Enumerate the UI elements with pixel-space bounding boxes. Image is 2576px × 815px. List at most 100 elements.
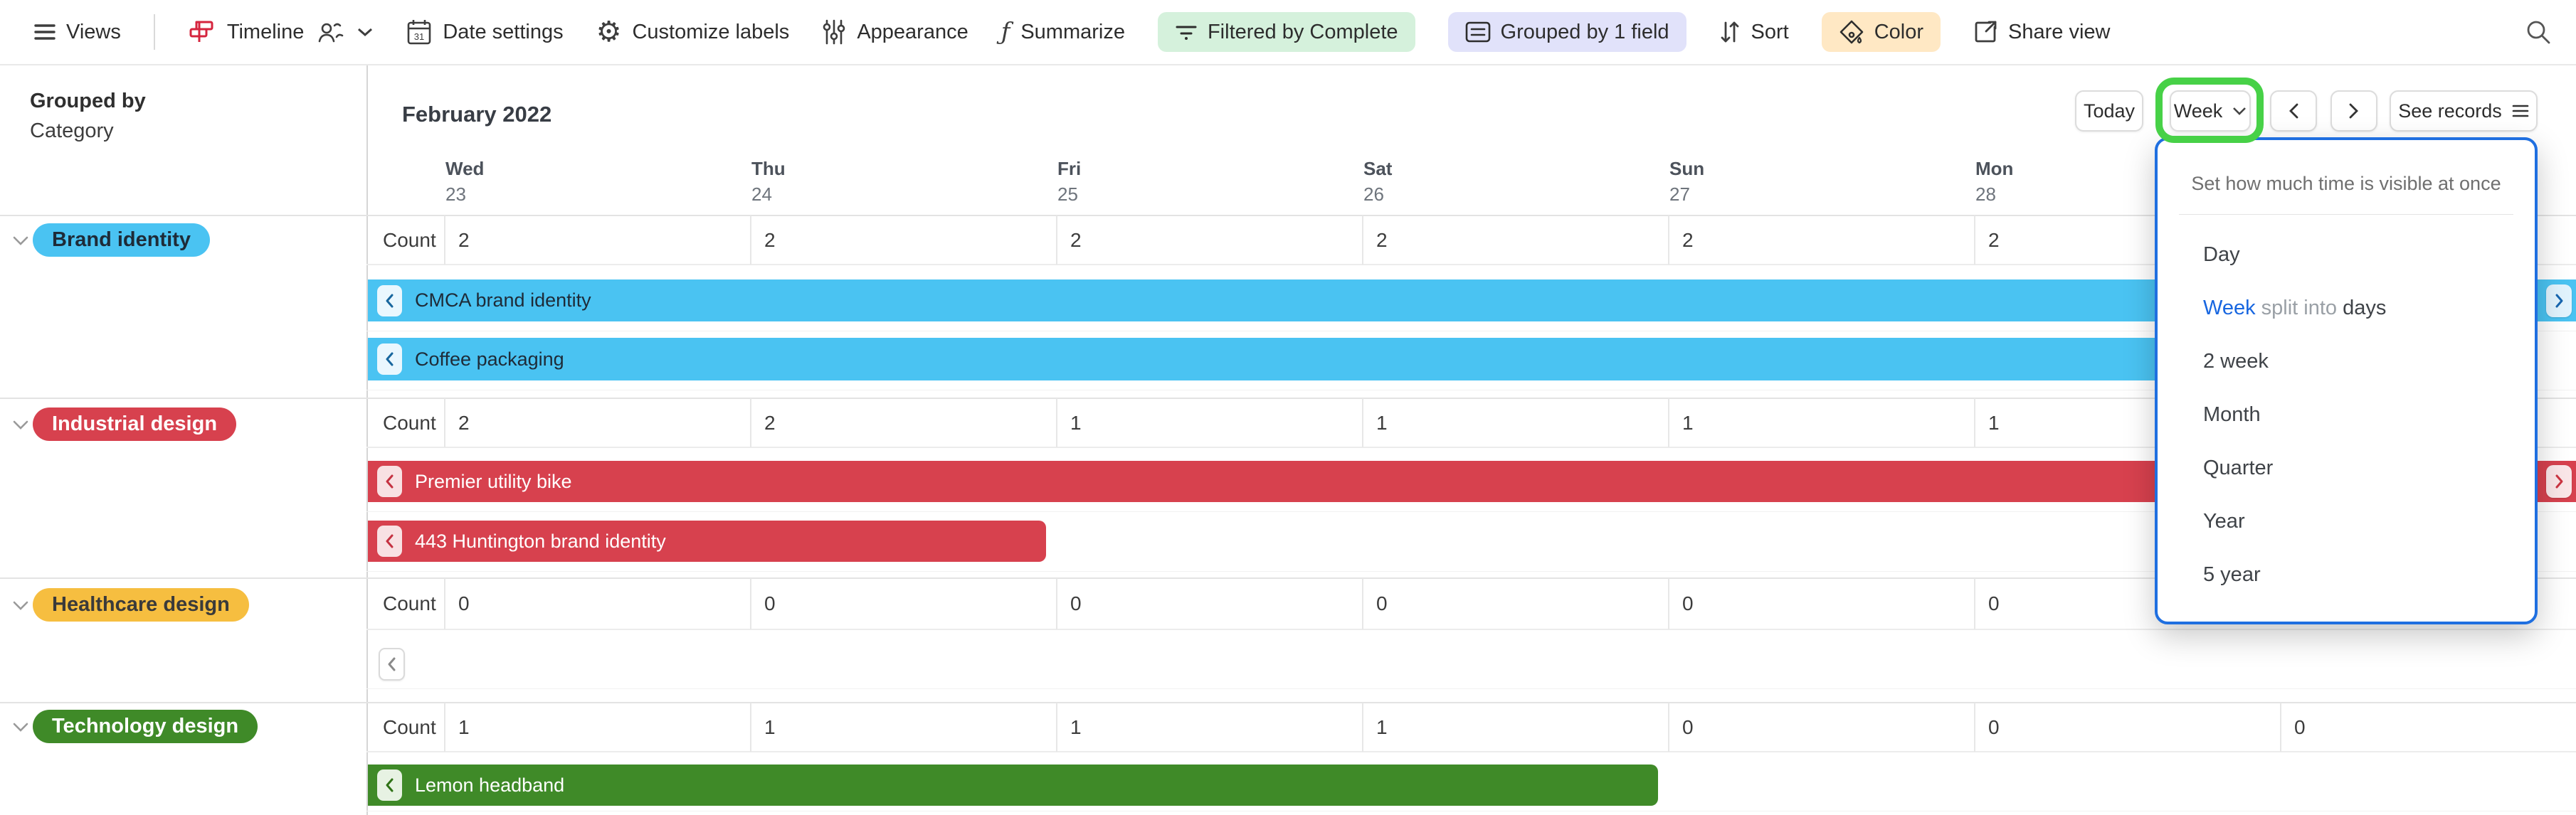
dropdown-item-text: Week	[2203, 297, 2256, 320]
dropdown-item-text: Day	[2203, 243, 2240, 267]
share-view-button[interactable]: Share view	[1973, 20, 2110, 44]
current-view-button[interactable]: Timeline	[188, 18, 374, 46]
timeline-record-bar[interactable]: Coffee packaging	[368, 338, 2270, 380]
dropdown-item[interactable]: 2 week	[2203, 335, 2523, 388]
count-cell: 1	[1056, 398, 1362, 447]
zoom-level-label: Week	[2174, 100, 2223, 122]
filtered-by-label: Filtered by Complete	[1208, 21, 1398, 44]
day-header-number: 25	[1057, 183, 1078, 206]
dropdown-item[interactable]: Week split into days	[2203, 282, 2523, 335]
timeline-record-bar[interactable]: Lemon headband	[368, 765, 1658, 806]
day-header-name: Sat	[1363, 158, 1392, 180]
menu-lines-icon	[2512, 104, 2529, 118]
group-pill: Brand identity	[33, 223, 210, 257]
row-divider-line	[366, 688, 2576, 689]
record-extends-left-icon[interactable]	[377, 466, 402, 497]
count-cell: 0	[1056, 578, 1362, 629]
timeline-view-icon	[188, 18, 216, 46]
dropdown-item-text: Quarter	[2203, 457, 2273, 480]
prev-page-button[interactable]	[2270, 90, 2317, 132]
appearance-button[interactable]: Appearance	[822, 19, 968, 45]
count-cell: 0	[1974, 703, 2280, 752]
dropdown-item[interactable]: Quarter	[2203, 442, 2523, 495]
group-list-icon	[1465, 21, 1491, 43]
airtable-timeline-view: Views Timeline	[0, 0, 2576, 815]
sort-icon	[1719, 20, 1741, 44]
function-icon: ƒ	[1001, 18, 1010, 46]
hidden-record-left-icon[interactable]	[379, 648, 405, 681]
count-cell: 1	[1056, 703, 1362, 752]
sort-label: Sort	[1751, 21, 1789, 44]
count-cell: 2	[750, 215, 1056, 265]
dropdown-item[interactable]: Day	[2203, 228, 2523, 282]
dropdown-item-text: 2 week	[2203, 350, 2269, 373]
appearance-label: Appearance	[857, 21, 968, 44]
group-collapse-chevron-icon[interactable]	[9, 412, 33, 437]
day-header-number: 28	[1975, 183, 1996, 206]
day-header-number: 27	[1669, 183, 1690, 206]
date-settings-button[interactable]: 31 Date settings	[406, 18, 563, 46]
day-header-name: Thu	[751, 158, 786, 180]
dropdown-item-text: days	[2343, 297, 2386, 320]
count-cell: 0	[2280, 703, 2576, 752]
see-records-label: See records	[2398, 100, 2502, 122]
group-collapse-chevron-icon[interactable]	[9, 228, 33, 252]
gear-icon: ⚙	[596, 18, 622, 46]
grouped-by-label: Grouped by 1 field	[1501, 21, 1669, 44]
filter-icon	[1175, 23, 1198, 41]
count-cell: 0	[1668, 578, 1974, 629]
record-extends-left-icon[interactable]	[377, 526, 402, 557]
svg-text:31: 31	[414, 31, 424, 42]
count-cell: 1	[444, 703, 750, 752]
dropdown-item[interactable]: Year	[2203, 495, 2523, 548]
today-label: Today	[2084, 100, 2135, 122]
record-extends-left-icon[interactable]	[377, 769, 402, 801]
dropdown-item-text: Month	[2203, 403, 2261, 427]
views-menu-button[interactable]: Views	[34, 21, 121, 44]
grouped-by-field: Category	[30, 119, 114, 143]
dropdown-note: Set how much time is visible at once	[2158, 173, 2535, 195]
record-extends-left-icon[interactable]	[377, 343, 402, 375]
date-settings-label: Date settings	[443, 21, 563, 44]
group-collapse-chevron-icon[interactable]	[9, 593, 33, 617]
chevron-down-icon	[2232, 107, 2247, 115]
dropdown-item[interactable]: Month	[2203, 388, 2523, 442]
count-cell: 1	[750, 703, 1056, 752]
record-extends-right-icon[interactable]	[2546, 465, 2572, 498]
sort-button[interactable]: Sort	[1719, 20, 1789, 44]
count-cell: 2	[444, 398, 750, 447]
group-collapse-chevron-icon[interactable]	[9, 715, 33, 739]
record-extends-left-icon[interactable]	[377, 285, 402, 316]
record-bar-label: CMCA brand identity	[415, 289, 591, 311]
day-header-name: Wed	[445, 158, 484, 180]
count-cell: 0	[750, 578, 1056, 629]
summarize-button[interactable]: ƒ Summarize	[1001, 18, 1125, 46]
dropdown-item[interactable]: 5 year	[2203, 548, 2523, 602]
count-row-label: Count	[383, 703, 436, 752]
color-button[interactable]: Color	[1822, 12, 1941, 52]
customize-labels-button[interactable]: ⚙ Customize labels	[596, 18, 790, 46]
share-icon	[1973, 20, 1997, 44]
group-pill: Industrial design	[33, 408, 236, 441]
day-header-number: 26	[1363, 183, 1384, 206]
grouped-by-button[interactable]: Grouped by 1 field	[1448, 12, 1686, 52]
customize-labels-label: Customize labels	[632, 21, 789, 44]
day-header-name: Mon	[1975, 158, 2013, 180]
see-records-button[interactable]: See records	[2390, 90, 2538, 132]
filtered-by-button[interactable]: Filtered by Complete	[1158, 12, 1415, 52]
zoom-level-dropdown: Set how much time is visible at once Day…	[2155, 137, 2538, 624]
today-button[interactable]: Today	[2075, 90, 2143, 132]
views-label: Views	[66, 21, 121, 44]
count-cell: 0	[1362, 578, 1668, 629]
collaborators-icon	[315, 20, 346, 44]
timeline-record-bar[interactable]: 443 Huntington brand identity	[368, 521, 1046, 562]
count-cell: 1	[1668, 398, 1974, 447]
color-label: Color	[1874, 21, 1923, 44]
record-extends-right-icon[interactable]	[2546, 284, 2572, 317]
search-icon[interactable]	[2525, 18, 2552, 46]
zoom-level-button[interactable]: Week	[2170, 90, 2251, 132]
count-cell: 1	[1362, 398, 1668, 447]
next-page-button[interactable]	[2330, 90, 2377, 132]
day-header-number: 24	[751, 183, 772, 206]
count-cell: 1	[1362, 703, 1668, 752]
